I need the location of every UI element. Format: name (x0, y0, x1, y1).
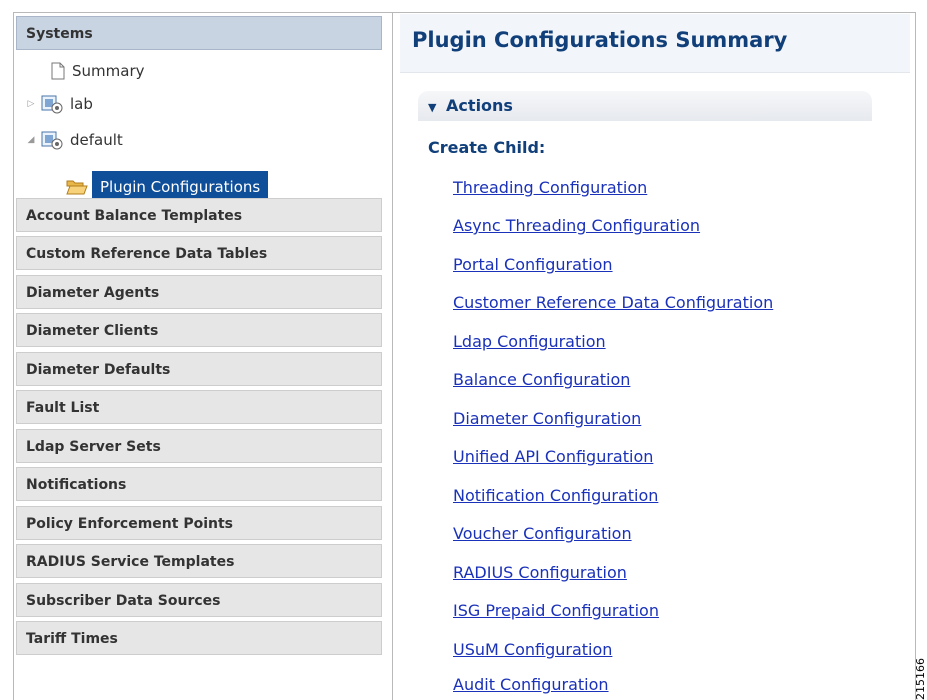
link-balance-configuration[interactable]: Balance Configuration (453, 370, 630, 389)
document-icon (51, 62, 65, 80)
navigation-panel: Systems Summary ▷ lab ◢ default Plugin C… (14, 14, 384, 700)
link-usum-configuration[interactable]: USuM Configuration (453, 640, 612, 659)
section-subscriber-data-sources[interactable]: Subscriber Data Sources (16, 583, 382, 617)
expand-arrow-icon[interactable]: ▷ (26, 99, 36, 109)
tree-item-label: lab (70, 95, 93, 113)
system-icon (41, 95, 63, 114)
figure-id: 215166 (914, 658, 927, 700)
systems-header[interactable]: Systems (16, 16, 382, 50)
link-portal-configuration[interactable]: Portal Configuration (453, 255, 613, 274)
link-notification-configuration[interactable]: Notification Configuration (453, 486, 658, 505)
link-voucher-configuration[interactable]: Voucher Configuration (453, 524, 632, 543)
actions-label: Actions (446, 96, 513, 115)
section-diameter-clients[interactable]: Diameter Clients (16, 313, 382, 347)
folder-open-icon (66, 180, 88, 195)
link-customer-reference-data-configuration[interactable]: Customer Reference Data Configuration (453, 293, 773, 312)
title-bar: Plugin Configurations Summary (400, 14, 910, 73)
section-tariff-times[interactable]: Tariff Times (16, 621, 382, 655)
section-custom-reference-data-tables[interactable]: Custom Reference Data Tables (16, 236, 382, 270)
tree-item-label: Summary (72, 62, 145, 80)
link-async-threading-configuration[interactable]: Async Threading Configuration (453, 216, 700, 235)
section-policy-enforcement-points[interactable]: Policy Enforcement Points (16, 506, 382, 540)
tree-item-lab[interactable]: ▷ lab (26, 89, 93, 119)
link-threading-configuration[interactable]: Threading Configuration (453, 178, 647, 197)
link-audit-configuration[interactable]: Audit Configuration (453, 675, 609, 694)
tree-item-summary[interactable]: Summary (40, 56, 145, 86)
section-radius-service-templates[interactable]: RADIUS Service Templates (16, 544, 382, 578)
tree-item-default[interactable]: ◢ default (26, 125, 123, 155)
panel-divider (392, 12, 393, 700)
caret-down-icon: ▼ (428, 101, 437, 114)
main-content: Plugin Configurations Summary ▼ Actions … (400, 14, 910, 700)
section-account-balance-templates[interactable]: Account Balance Templates (16, 198, 382, 232)
section-notifications[interactable]: Notifications (16, 467, 382, 501)
section-ldap-server-sets[interactable]: Ldap Server Sets (16, 429, 382, 463)
top-border (14, 12, 916, 13)
create-child-label: Create Child: (428, 138, 546, 157)
page-title: Plugin Configurations Summary (412, 28, 788, 52)
link-ldap-configuration[interactable]: Ldap Configuration (453, 332, 606, 351)
collapse-arrow-icon[interactable]: ◢ (26, 135, 36, 145)
actions-toggle[interactable]: ▼ Actions (418, 91, 872, 121)
section-diameter-agents[interactable]: Diameter Agents (16, 275, 382, 309)
link-unified-api-configuration[interactable]: Unified API Configuration (453, 447, 653, 466)
section-diameter-defaults[interactable]: Diameter Defaults (16, 352, 382, 386)
right-border (915, 12, 916, 700)
section-fault-list[interactable]: Fault List (16, 390, 382, 424)
link-radius-configuration[interactable]: RADIUS Configuration (453, 563, 627, 582)
system-icon (41, 131, 63, 150)
link-isg-prepaid-configuration[interactable]: ISG Prepaid Configuration (453, 601, 659, 620)
link-diameter-configuration[interactable]: Diameter Configuration (453, 409, 641, 428)
tree-item-label: default (70, 131, 123, 149)
